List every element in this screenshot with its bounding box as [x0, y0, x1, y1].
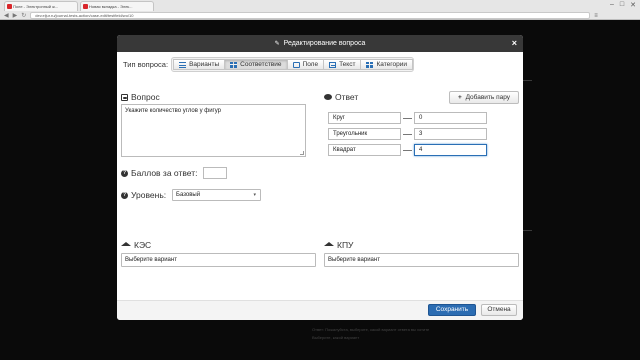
- pair-left-input[interactable]: Квадрат: [328, 144, 401, 156]
- type-categories-button[interactable]: Категории: [360, 59, 413, 70]
- pair-left-input[interactable]: Круг: [328, 112, 401, 124]
- pair-right-input[interactable]: 3: [414, 128, 487, 140]
- type-text-button[interactable]: Текст: [323, 59, 362, 70]
- background-text: Выберите, какой вариант: [312, 335, 360, 340]
- level-heading: ? Уровень:: [121, 190, 166, 200]
- minimize-icon[interactable]: –: [610, 1, 614, 9]
- pair-row: Квадрат 4: [328, 144, 487, 156]
- browser-menu-icon[interactable]: ≡: [594, 13, 598, 19]
- forward-icon[interactable]: ▶: [13, 12, 18, 19]
- kpu-label: КПУ: [337, 240, 354, 250]
- pencil-icon: ✎: [274, 41, 280, 47]
- question-circle-icon: ?: [121, 191, 128, 199]
- kes-select[interactable]: Выберите вариант: [121, 253, 316, 267]
- pair-connector: [403, 149, 412, 151]
- plus-icon: +: [457, 94, 462, 101]
- back-icon[interactable]: ◀: [4, 12, 9, 19]
- pair-connector: [403, 117, 412, 119]
- level-select[interactable]: Базовый ▾: [172, 189, 261, 201]
- level-value: Базовый: [176, 192, 201, 198]
- text-icon: [329, 61, 337, 68]
- window-close-icon[interactable]: ✕: [630, 1, 636, 9]
- pair-connector: [403, 133, 412, 135]
- question-type-row: Тип вопроса: Варианты Соответствие Поле …: [123, 57, 414, 72]
- background-text: Ответ: Пожалуйста, выберите, какой вариа…: [312, 327, 430, 332]
- add-pair-button[interactable]: + Добавить пару: [449, 91, 519, 104]
- type-matching-button[interactable]: Соответствие: [224, 59, 288, 70]
- kpu-select[interactable]: Выберите вариант: [324, 253, 519, 267]
- type-matching-label: Соответствие: [240, 61, 282, 68]
- pair-row: Треугольник 3: [328, 128, 487, 140]
- favicon-icon: [83, 4, 88, 9]
- pair-right-input[interactable]: 4: [414, 144, 487, 156]
- browser-tab-2-title: Новая вкладка - Элек...: [89, 4, 133, 9]
- add-pair-label: Добавить пару: [465, 94, 511, 101]
- resize-handle-icon[interactable]: [300, 151, 304, 155]
- window-controls: – □ ✕: [610, 1, 636, 9]
- answer-heading: Ответ: [324, 92, 358, 102]
- question-text: Укажите количество углов у фигур: [125, 108, 221, 114]
- pair-right-input[interactable]: 0: [414, 112, 487, 124]
- speech-bubble-icon: [324, 94, 332, 100]
- modal-title: Редактирование вопроса: [283, 40, 366, 47]
- browser-chrome: Поле - Электронный ж... Новая вкладка - …: [0, 0, 640, 20]
- question-type-label: Тип вопроса:: [123, 60, 169, 69]
- type-text-label: Текст: [339, 61, 356, 68]
- edit-question-modal: ✎ Редактирование вопроса × Тип вопроса: …: [117, 35, 523, 320]
- graduation-cap-icon: [121, 242, 131, 246]
- score-label: Баллов за ответ:: [131, 168, 198, 178]
- address-row: ◀ ▶ ↻ dev.eljur.ru/journal-tests-action/…: [0, 11, 640, 20]
- pair-row: Круг 0: [328, 112, 487, 124]
- browser-tab-1-title: Поле - Электронный ж...: [13, 4, 59, 9]
- list-icon: [179, 61, 187, 68]
- type-field-button[interactable]: Поле: [286, 59, 325, 70]
- type-options-label: Варианты: [189, 61, 220, 68]
- close-icon[interactable]: ×: [512, 35, 517, 52]
- field-icon: [292, 61, 300, 68]
- question-type-group: Варианты Соответствие Поле Текст Категор…: [171, 57, 414, 72]
- modal-header: ✎ Редактирование вопроса ×: [117, 35, 523, 52]
- favicon-icon: [7, 4, 12, 9]
- type-options-button[interactable]: Варианты: [173, 59, 226, 70]
- maximize-icon[interactable]: □: [620, 1, 624, 9]
- answer-label: Ответ: [335, 92, 359, 102]
- score-input[interactable]: [203, 167, 227, 179]
- save-button[interactable]: Сохранить: [428, 304, 476, 316]
- question-icon: [121, 93, 128, 101]
- type-categories-label: Категории: [376, 61, 407, 68]
- question-circle-icon: ?: [121, 169, 128, 177]
- chevron-down-icon: ▾: [253, 192, 256, 198]
- pair-left-input[interactable]: Треугольник: [328, 128, 401, 140]
- kes-label: КЭС: [134, 240, 152, 250]
- kes-heading: КЭС: [121, 240, 151, 250]
- level-label: Уровень:: [131, 190, 167, 200]
- address-bar[interactable]: dev.eljur.ru/journal-tests-action/case-e…: [30, 12, 591, 19]
- grid-icon: [230, 61, 238, 68]
- reload-icon[interactable]: ↻: [21, 12, 26, 19]
- question-textarea[interactable]: Укажите количество углов у фигур: [121, 104, 306, 157]
- score-heading: ? Баллов за ответ:: [121, 168, 197, 178]
- grid-icon: [366, 61, 374, 68]
- type-field-label: Поле: [302, 61, 319, 68]
- question-heading: Вопрос: [121, 92, 160, 102]
- browser-tabs: Поле - Электронный ж... Новая вкладка - …: [4, 1, 154, 11]
- question-label: Вопрос: [131, 92, 160, 102]
- graduation-cap-icon: [324, 242, 334, 246]
- cancel-button[interactable]: Отмена: [481, 304, 517, 316]
- browser-tab-1[interactable]: Поле - Электронный ж...: [4, 1, 78, 11]
- browser-tab-2[interactable]: Новая вкладка - Элек...: [80, 1, 154, 11]
- kpu-heading: КПУ: [324, 240, 353, 250]
